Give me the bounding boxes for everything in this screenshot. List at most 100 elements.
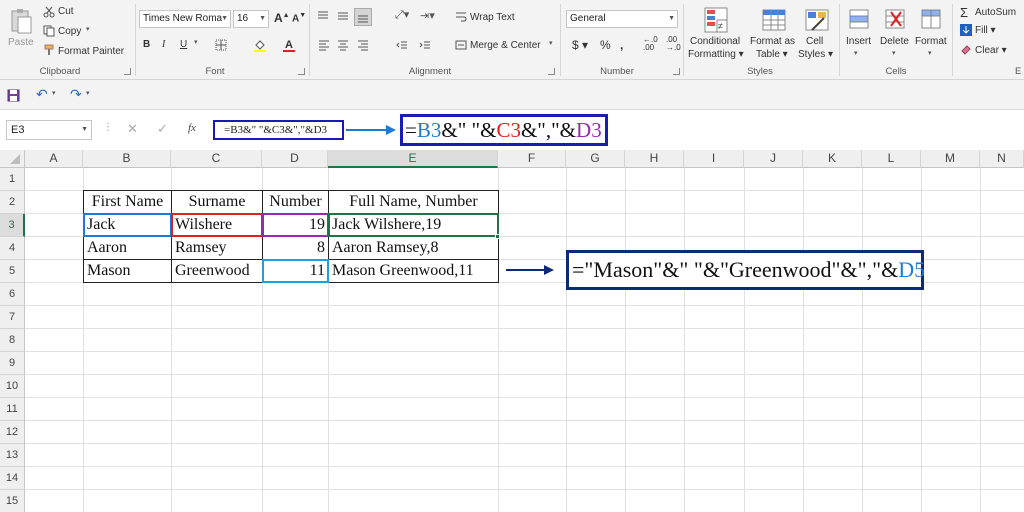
- row-header[interactable]: 2: [0, 191, 25, 214]
- confirm-entry-icon[interactable]: ✓: [157, 121, 168, 137]
- copy-dropdown-icon[interactable]: ▾: [86, 25, 90, 33]
- comma-style-icon[interactable]: ,: [620, 38, 623, 52]
- cancel-entry-icon[interactable]: ✕: [127, 121, 138, 137]
- fill-handle[interactable]: [495, 234, 500, 239]
- delete-button[interactable]: Delete: [880, 36, 909, 47]
- save-icon[interactable]: [6, 88, 20, 102]
- row-header[interactable]: 12: [0, 421, 25, 444]
- italic-icon[interactable]: I: [162, 39, 165, 50]
- column-header[interactable]: N: [980, 150, 1024, 168]
- insert-function-icon[interactable]: fx: [188, 122, 196, 134]
- cell-styles-button[interactable]: Cell: [806, 36, 823, 47]
- column-header[interactable]: B: [83, 150, 171, 168]
- increase-indent-icon[interactable]: [418, 38, 432, 52]
- insert-button[interactable]: Insert: [846, 36, 871, 47]
- row-header[interactable]: 14: [0, 467, 25, 490]
- decrease-decimal-icon[interactable]: .00 →.0: [666, 36, 681, 52]
- row-header[interactable]: 4: [0, 237, 25, 260]
- insert-dropdown-icon[interactable]: ▾: [854, 49, 858, 57]
- table-cell[interactable]: 8: [263, 237, 328, 259]
- table-cell[interactable]: Aaron: [84, 237, 171, 259]
- column-header[interactable]: I: [684, 150, 744, 168]
- cell-styles-sublabel[interactable]: Styles ▾: [798, 49, 833, 60]
- number-format-select[interactable]: General ▼: [566, 10, 678, 28]
- borders-icon[interactable]: [214, 38, 228, 52]
- column-header[interactable]: G: [566, 150, 625, 168]
- name-box[interactable]: E3 ▼: [6, 120, 92, 140]
- redo-dropdown-icon[interactable]: ▾: [86, 89, 90, 97]
- row-header[interactable]: 8: [0, 329, 25, 352]
- row-header[interactable]: 13: [0, 444, 25, 467]
- orientation-icon[interactable]: ⤢▾: [395, 8, 409, 22]
- bold-icon[interactable]: B: [143, 39, 150, 50]
- column-header[interactable]: F: [498, 150, 566, 168]
- table-cell[interactable]: Mason: [84, 260, 171, 282]
- paste-icon[interactable]: [8, 6, 34, 36]
- row-header[interactable]: 1: [0, 168, 25, 191]
- paste-button[interactable]: Paste: [8, 37, 34, 48]
- undo-dropdown-icon[interactable]: ▾: [52, 89, 56, 97]
- row-header[interactable]: 11: [0, 398, 25, 421]
- header-cell[interactable]: Surname: [172, 191, 262, 213]
- number-launcher-icon[interactable]: [673, 68, 680, 75]
- underline-icon[interactable]: U: [180, 39, 187, 50]
- format-as-table-sublabel[interactable]: Table ▾: [756, 49, 788, 60]
- delete-dropdown-icon[interactable]: ▾: [892, 49, 896, 57]
- cut-button[interactable]: Cut: [58, 6, 74, 17]
- formula-input[interactable]: =B3&" "&C3&","&D3: [213, 120, 344, 140]
- font-color-icon[interactable]: A: [281, 37, 297, 53]
- header-cell[interactable]: First Name: [84, 191, 171, 213]
- font-size-select[interactable]: 16 ▼: [233, 10, 269, 28]
- table-cell[interactable]: Ramsey: [172, 237, 262, 259]
- row-header[interactable]: 6: [0, 283, 25, 306]
- table-cell[interactable]: Greenwood: [172, 260, 262, 282]
- column-header[interactable]: J: [744, 150, 803, 168]
- row-header[interactable]: 9: [0, 352, 25, 375]
- column-header[interactable]: M: [921, 150, 980, 168]
- column-header[interactable]: A: [25, 150, 83, 168]
- undo-icon[interactable]: ↶: [36, 86, 48, 103]
- indent-icon[interactable]: ⇥▾: [420, 9, 435, 22]
- redo-icon[interactable]: ↷: [70, 86, 82, 103]
- header-cell[interactable]: Number: [263, 191, 328, 213]
- column-header[interactable]: C: [171, 150, 262, 168]
- align-middle-icon[interactable]: [336, 9, 350, 23]
- header-cell[interactable]: Full Name, Number: [329, 191, 498, 213]
- select-all-corner[interactable]: [0, 150, 25, 168]
- format-painter-button[interactable]: Format Painter: [58, 46, 124, 57]
- column-header[interactable]: K: [803, 150, 862, 168]
- row-header[interactable]: 7: [0, 306, 25, 329]
- increase-font-icon[interactable]: A▲: [274, 11, 290, 25]
- increase-decimal-icon[interactable]: ←.0.00: [643, 36, 658, 52]
- table-cell[interactable]: Aaron Ramsey,8: [329, 237, 498, 259]
- align-bottom-icon[interactable]: [354, 8, 372, 26]
- font-family-select[interactable]: Times New Roma ▼: [139, 10, 231, 28]
- column-header[interactable]: D: [262, 150, 328, 168]
- conditional-formatting-sublabel[interactable]: Formatting ▾: [688, 49, 744, 60]
- copy-button[interactable]: Copy: [58, 26, 81, 37]
- column-header[interactable]: H: [625, 150, 684, 168]
- percent-icon[interactable]: %: [600, 38, 611, 52]
- merge-center-button[interactable]: Merge & Center: [470, 40, 541, 51]
- row-header[interactable]: 10: [0, 375, 25, 398]
- row-header-selected[interactable]: 3: [0, 214, 25, 237]
- table-cell[interactable]: Mason Greenwood,11: [329, 260, 498, 282]
- format-as-table-button[interactable]: Format as: [750, 36, 795, 47]
- format-button[interactable]: Format: [915, 36, 947, 47]
- fill-button[interactable]: Fill ▾: [975, 25, 996, 36]
- fill-color-icon[interactable]: [252, 37, 268, 53]
- align-top-icon[interactable]: [316, 9, 330, 23]
- align-right-icon[interactable]: [356, 38, 370, 52]
- merge-dropdown-icon[interactable]: ▾: [549, 39, 553, 47]
- font-launcher-icon[interactable]: [298, 68, 305, 75]
- align-center-icon[interactable]: [336, 38, 350, 52]
- decrease-indent-icon[interactable]: [395, 38, 409, 52]
- clear-button[interactable]: Clear ▾: [975, 45, 1007, 56]
- format-dropdown-icon[interactable]: ▾: [928, 49, 932, 57]
- currency-icon[interactable]: $ ▾: [572, 38, 588, 52]
- align-left-icon[interactable]: [317, 38, 331, 52]
- column-header[interactable]: L: [862, 150, 921, 168]
- row-header[interactable]: 15: [0, 490, 25, 512]
- underline-dropdown-icon[interactable]: ▾: [194, 38, 198, 46]
- clipboard-launcher-icon[interactable]: [124, 68, 131, 75]
